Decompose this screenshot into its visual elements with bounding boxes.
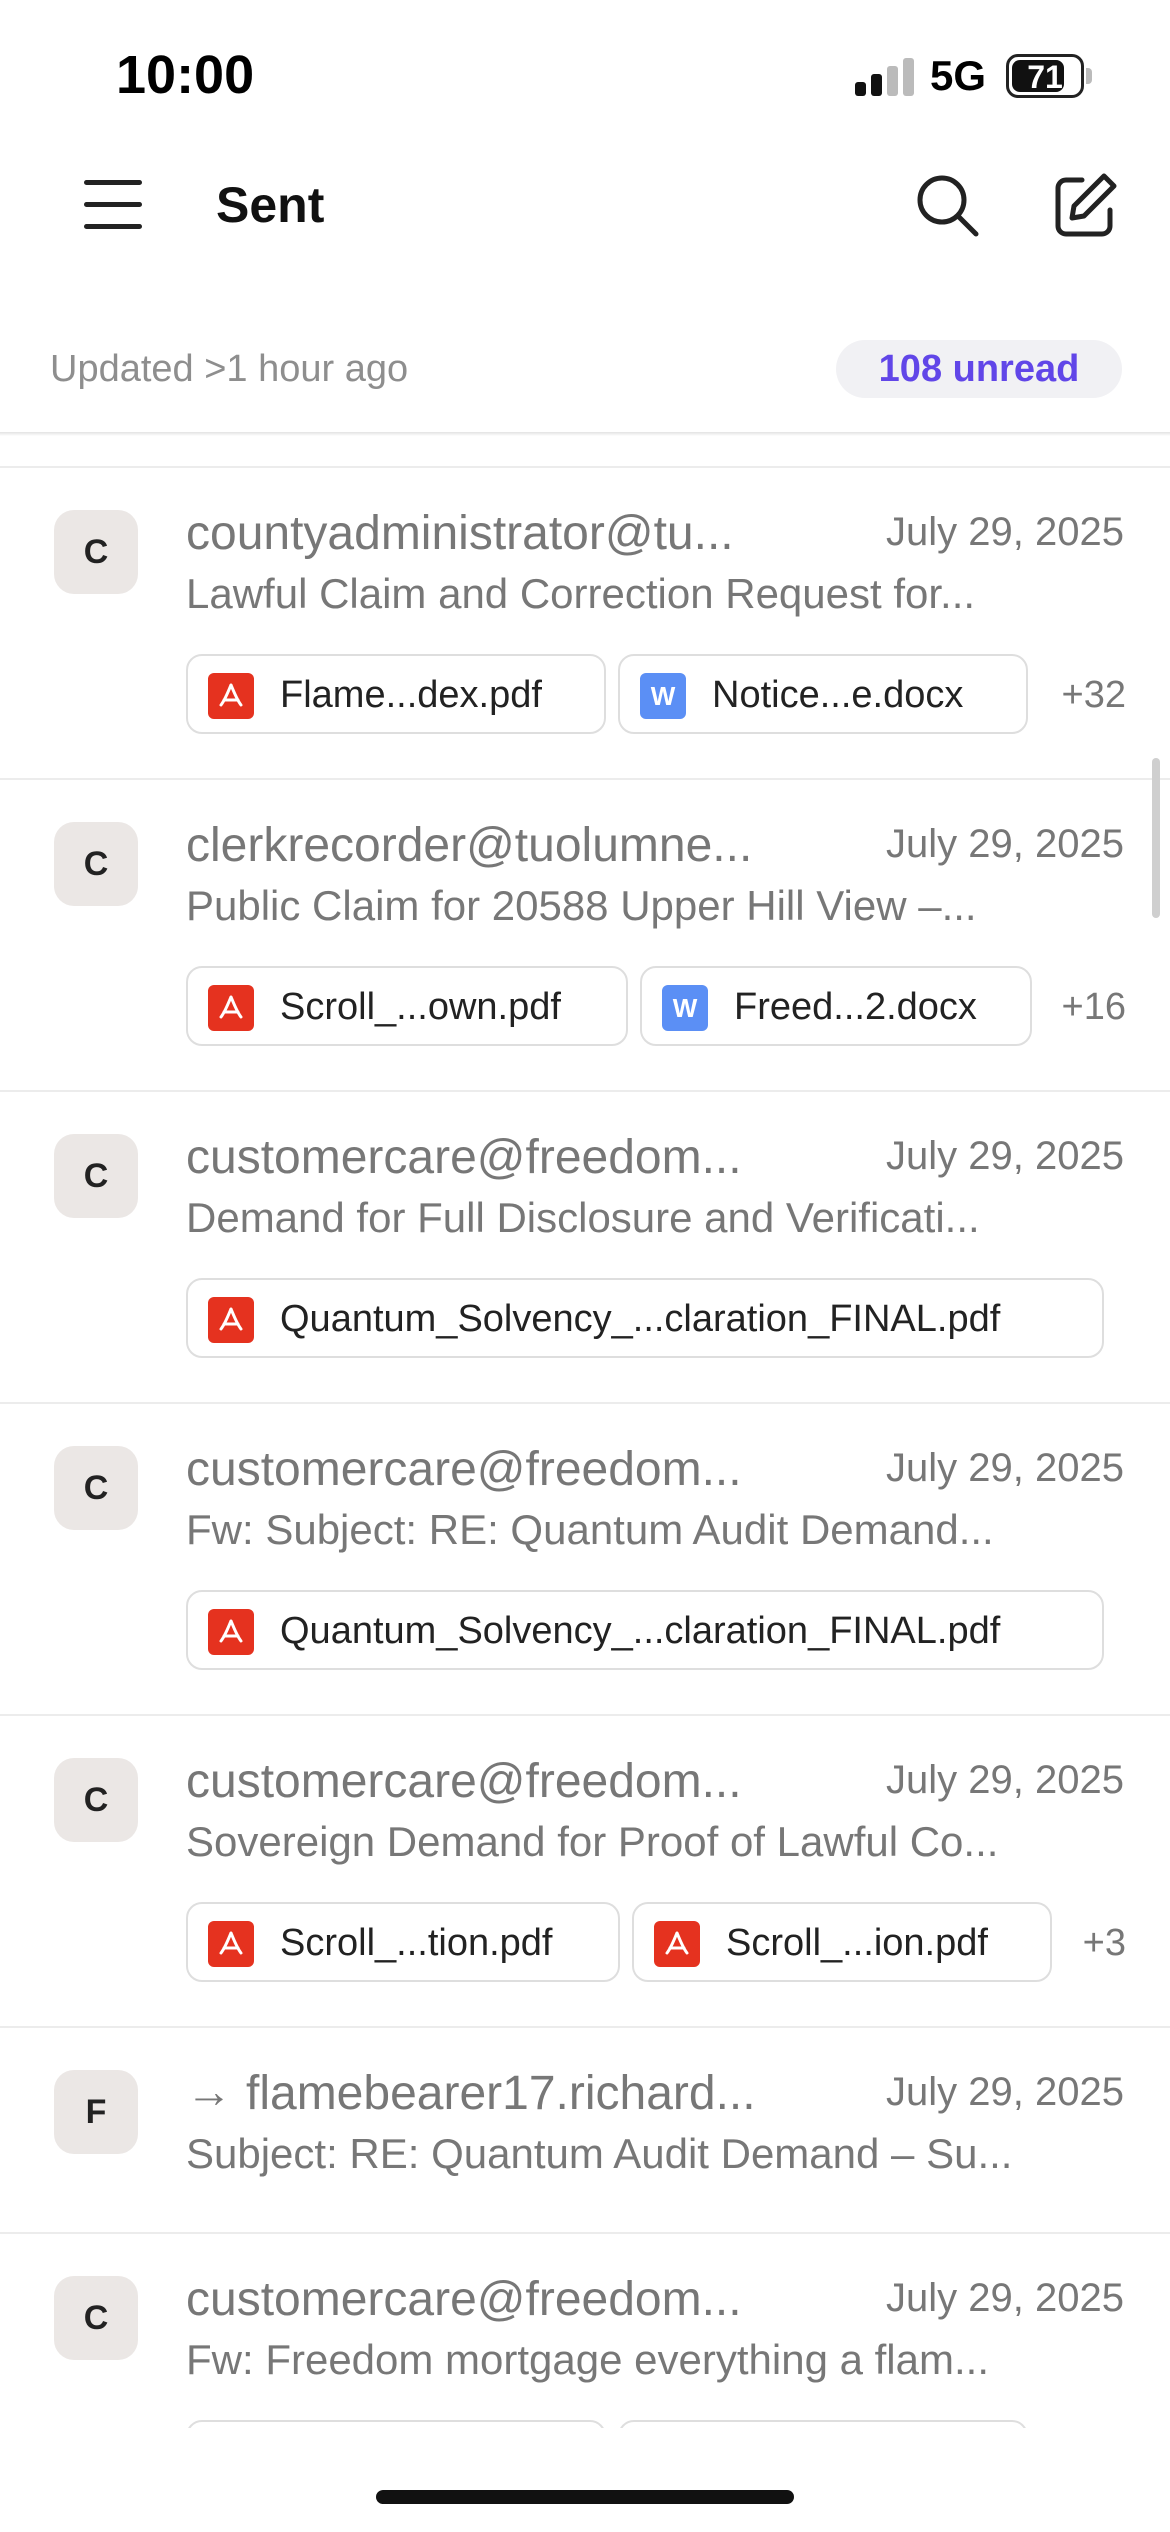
email-row[interactable]: C customercare@freedom... July 29, 2025 … bbox=[0, 1716, 1170, 2028]
subject: Public Claim for 20588 Upper Hill View –… bbox=[186, 882, 977, 929]
battery-level: 71 bbox=[1027, 59, 1063, 95]
attachment-chip[interactable]: Scroll_...tion.pdf bbox=[186, 1902, 620, 1982]
bottom-safe-area bbox=[0, 2428, 1170, 2532]
date: July 29, 2025 bbox=[886, 2276, 1124, 2320]
date: July 29, 2025 bbox=[886, 1758, 1124, 1802]
attachment-chip[interactable]: Quantum_Solvency_...claration_FINAL.pdf bbox=[186, 1278, 1104, 1358]
unread-badge[interactable]: 108 unread bbox=[836, 340, 1122, 398]
more-attachments-count: +16 bbox=[1061, 986, 1126, 1028]
search-icon[interactable] bbox=[912, 170, 982, 240]
battery-icon: 71 bbox=[1006, 54, 1084, 98]
sender: customercare@freedom... bbox=[186, 1755, 742, 1808]
network-label: 5G bbox=[930, 52, 987, 99]
attachment-name: Freed...2.docx bbox=[734, 986, 977, 1028]
signal-icon bbox=[855, 56, 917, 96]
sender: customercare@freedom... bbox=[186, 1131, 742, 1184]
more-attachments-count: +3 bbox=[1082, 1922, 1126, 1964]
subject: Demand for Full Disclosure and Verificat… bbox=[186, 1194, 980, 1241]
status-time: 10:00 bbox=[116, 45, 255, 105]
avatar: C bbox=[54, 1758, 138, 1842]
avatar: C bbox=[54, 1134, 138, 1218]
attachment-name: Scroll_...ion.pdf bbox=[726, 1922, 988, 1964]
email-row[interactable]: C customercare@freedom... July 29, 2025 … bbox=[0, 1092, 1170, 1404]
attachment-name: Quantum_Solvency_...claration_FINAL.pdf bbox=[280, 1298, 1001, 1340]
avatar: F bbox=[54, 2070, 138, 2154]
pdf-icon bbox=[208, 1609, 254, 1655]
word-icon: W bbox=[662, 985, 708, 1031]
email-row[interactable]: F → flamebearer17.richard... July 29, 20… bbox=[0, 2028, 1170, 2234]
email-row[interactable]: C clerkrecorder@tuolumne... July 29, 202… bbox=[0, 780, 1170, 1092]
attachment-name: Scroll_...own.pdf bbox=[280, 986, 561, 1028]
subject: Fw: Freedom mortgage everything a flam..… bbox=[186, 2336, 989, 2383]
avatar: C bbox=[54, 510, 138, 594]
forward-icon: → bbox=[186, 2065, 232, 2117]
scrollbar[interactable] bbox=[1152, 758, 1160, 918]
subject: Fw: Subject: RE: Quantum Audit Demand... bbox=[186, 1506, 994, 1553]
email-row[interactable]: C countyadministrator@tu... July 29, 202… bbox=[0, 468, 1170, 780]
date: July 29, 2025 bbox=[886, 2070, 1124, 2114]
attachment-chip[interactable]: W Freed...2.docx bbox=[640, 966, 1032, 1046]
email-row[interactable]: C customercare@freedom... July 29, 2025 … bbox=[0, 1404, 1170, 1716]
attachment-chip[interactable]: W Notice...e.docx bbox=[618, 654, 1028, 734]
date: July 29, 2025 bbox=[886, 510, 1124, 554]
subject: Sovereign Demand for Proof of Lawful Co.… bbox=[186, 1818, 999, 1865]
status-bar: 10:00 5G 71 bbox=[0, 0, 1170, 150]
pdf-icon bbox=[208, 1921, 254, 1967]
attachment-chip[interactable]: Scroll_...ion.pdf bbox=[632, 1902, 1052, 1982]
date: July 29, 2025 bbox=[886, 1134, 1124, 1178]
sender: clerkrecorder@tuolumne... bbox=[186, 819, 753, 872]
date: July 29, 2025 bbox=[886, 1446, 1124, 1490]
compose-icon[interactable] bbox=[1050, 170, 1120, 240]
sender: customercare@freedom... bbox=[186, 1443, 742, 1496]
attachment-name: Flame...dex.pdf bbox=[280, 674, 542, 716]
attachment-name: Scroll_...tion.pdf bbox=[280, 1922, 553, 1964]
header-divider bbox=[0, 432, 1170, 436]
page-title: Sent bbox=[216, 177, 325, 233]
attachment-chip[interactable]: Scroll_...own.pdf bbox=[186, 966, 628, 1046]
pdf-icon bbox=[208, 1297, 254, 1343]
attachment-name: Notice...e.docx bbox=[712, 674, 964, 716]
pdf-icon bbox=[654, 1921, 700, 1967]
attachment-chip[interactable]: Flame...dex.pdf bbox=[186, 654, 606, 734]
sender: customercare@freedom... bbox=[186, 2273, 742, 2326]
date: July 29, 2025 bbox=[886, 822, 1124, 866]
pdf-icon bbox=[208, 673, 254, 719]
word-icon: W bbox=[640, 673, 686, 719]
avatar: C bbox=[54, 1446, 138, 1530]
pdf-icon bbox=[208, 985, 254, 1031]
avatar: C bbox=[54, 2276, 138, 2360]
sender: flamebearer17.richard... bbox=[246, 2067, 756, 2120]
subject: Subject: RE: Quantum Audit Demand – Su..… bbox=[186, 2130, 1013, 2177]
battery-tip bbox=[1086, 68, 1092, 84]
menu-button[interactable] bbox=[84, 178, 144, 230]
more-attachments-count: +32 bbox=[1061, 674, 1126, 716]
subject: Lawful Claim and Correction Request for.… bbox=[186, 570, 976, 617]
last-updated-text: Updated >1 hour ago bbox=[50, 348, 409, 390]
attachment-name: Quantum_Solvency_...claration_FINAL.pdf bbox=[280, 1610, 1001, 1652]
attachment-chip[interactable]: Quantum_Solvency_...claration_FINAL.pdf bbox=[186, 1590, 1104, 1670]
sender: countyadministrator@tu... bbox=[186, 507, 734, 560]
avatar: C bbox=[54, 822, 138, 906]
home-indicator[interactable] bbox=[376, 2490, 794, 2504]
